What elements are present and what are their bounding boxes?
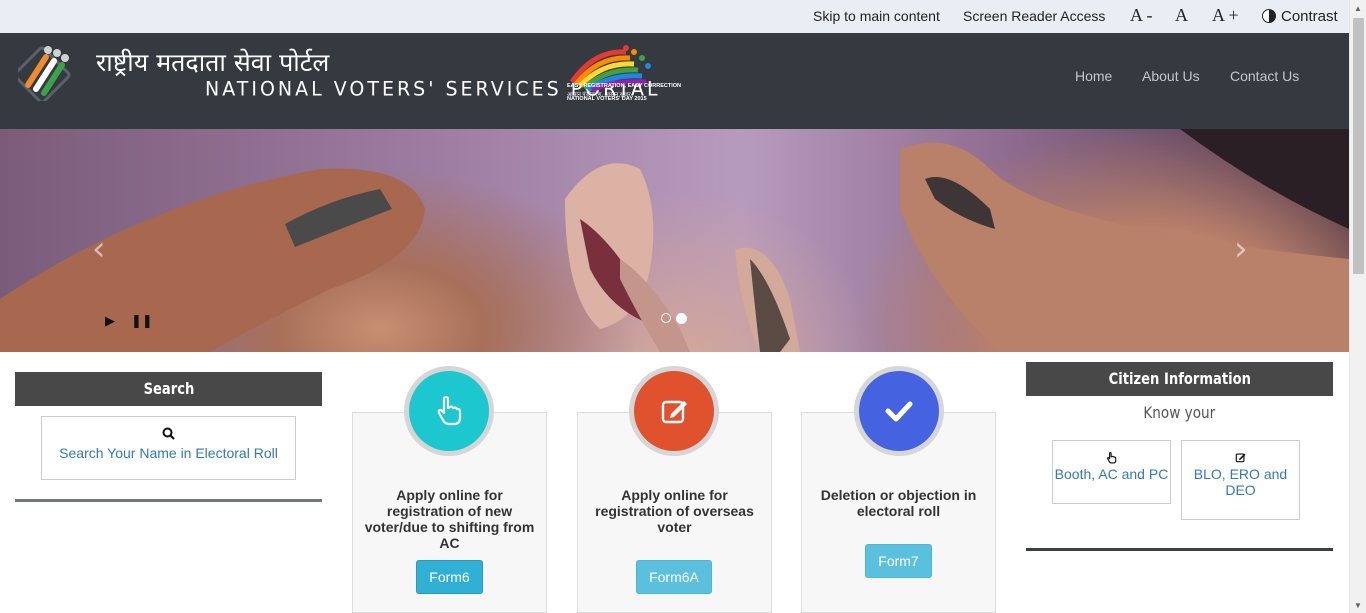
form6a-button[interactable]: Form6A xyxy=(636,560,712,594)
service-icon-circle-form6 xyxy=(404,366,494,456)
pause-icon: ❚❚ xyxy=(131,314,153,329)
blo-ero-deo-label: BLO, ERO and DEO xyxy=(1193,466,1288,498)
nav-home[interactable]: Home xyxy=(1075,68,1112,84)
nav-about-us[interactable]: About Us xyxy=(1142,68,1200,84)
hand-pointer-icon xyxy=(1053,451,1170,466)
citizen-info-heading: Citizen Information xyxy=(1026,362,1333,396)
site-header: राष्ट्रीय मतदाता सेवा पोर्टल NATIONAL VO… xyxy=(0,33,1349,129)
search-panel-heading: Search xyxy=(15,372,322,406)
nvd-tagline: EASY REGISTRATION, EASY CORRECTION xyxy=(567,83,681,89)
page-scrollbar[interactable]: ▲ ▼ xyxy=(1349,0,1366,613)
scroll-up-arrow-icon[interactable]: ▲ xyxy=(1354,4,1362,13)
accessibility-bar: Skip to main content Screen Reader Acces… xyxy=(0,0,1349,33)
chevron-right-icon: › xyxy=(1234,229,1248,269)
contrast-icon xyxy=(1262,9,1276,23)
inked-fingers-image xyxy=(0,129,1349,352)
carousel-next-button[interactable]: › xyxy=(1234,229,1248,269)
edit-icon xyxy=(1182,451,1299,466)
carousel-indicator-1[interactable] xyxy=(661,313,671,323)
carousel-play-button[interactable]: ▶ xyxy=(105,314,115,329)
carousel-indicator-2[interactable] xyxy=(676,313,687,324)
form6-button[interactable]: Form6 xyxy=(416,560,483,594)
know-your-subheading: Know your xyxy=(1143,403,1216,422)
search-icon xyxy=(42,427,295,443)
font-decrease-button[interactable]: A - xyxy=(1130,5,1153,26)
skip-to-content-link[interactable]: Skip to main content xyxy=(813,8,940,24)
play-icon: ▶ xyxy=(105,314,115,329)
screen-reader-access-link[interactable]: Screen Reader Access xyxy=(963,8,1105,24)
carousel-pause-button[interactable]: ❚❚ xyxy=(131,314,153,329)
service-icon-circle-form7 xyxy=(854,366,944,456)
scroll-down-arrow-icon[interactable]: ▼ xyxy=(1354,601,1362,610)
carousel-prev-button[interactable]: ‹ xyxy=(92,229,106,269)
edit-icon xyxy=(661,400,687,424)
booth-ac-pc-label: Booth, AC and PC xyxy=(1054,466,1169,482)
election-emblem-icon xyxy=(18,46,71,101)
search-panel-divider xyxy=(15,499,322,502)
search-electoral-roll-link[interactable]: Search Your Name in Electoral Roll xyxy=(41,416,296,480)
font-normal-button[interactable]: A xyxy=(1175,5,1188,26)
portal-title-hindi: राष्ट्रीय मतदाता सेवा पोर्टल xyxy=(96,48,330,77)
service-icon-circle-form6a xyxy=(629,366,719,456)
font-increase-button[interactable]: A + xyxy=(1212,5,1239,26)
hand-pointer-icon xyxy=(437,395,462,426)
hero-carousel: ‹ › ▶ ❚❚ xyxy=(0,129,1349,352)
form7-button[interactable]: Form7 xyxy=(865,544,932,578)
contrast-label: Contrast xyxy=(1281,8,1338,25)
nav-contact-us[interactable]: Contact Us xyxy=(1230,68,1299,84)
scrollbar-thumb[interactable] xyxy=(1353,18,1364,274)
search-electoral-roll-label: Search Your Name in Electoral Roll xyxy=(59,445,278,461)
blo-ero-deo-link[interactable]: BLO, ERO and DEO xyxy=(1181,440,1300,520)
chevron-left-icon: ‹ xyxy=(92,229,106,269)
citizen-info-divider xyxy=(1026,548,1333,551)
service-description-form7: Deletion or objection in electoral roll xyxy=(820,487,977,519)
nvd-name: NATIONAL VOTERS' DAY 2015 xyxy=(567,96,647,102)
booth-ac-pc-link[interactable]: Booth, AC and PC xyxy=(1052,440,1171,504)
service-description-form6: Apply online for registration of new vot… xyxy=(364,487,535,551)
contrast-button[interactable]: Contrast xyxy=(1262,8,1338,25)
service-description-form6a: Apply online for registration of oversea… xyxy=(595,487,754,535)
page: Skip to main content Screen Reader Acces… xyxy=(0,0,1366,613)
check-icon xyxy=(885,401,913,422)
